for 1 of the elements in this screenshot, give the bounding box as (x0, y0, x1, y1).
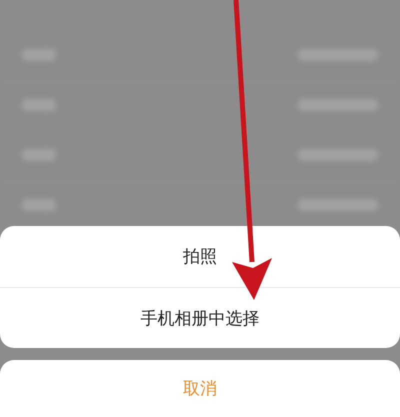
sheet-option[interactable]: 拍照 (0, 226, 400, 287)
